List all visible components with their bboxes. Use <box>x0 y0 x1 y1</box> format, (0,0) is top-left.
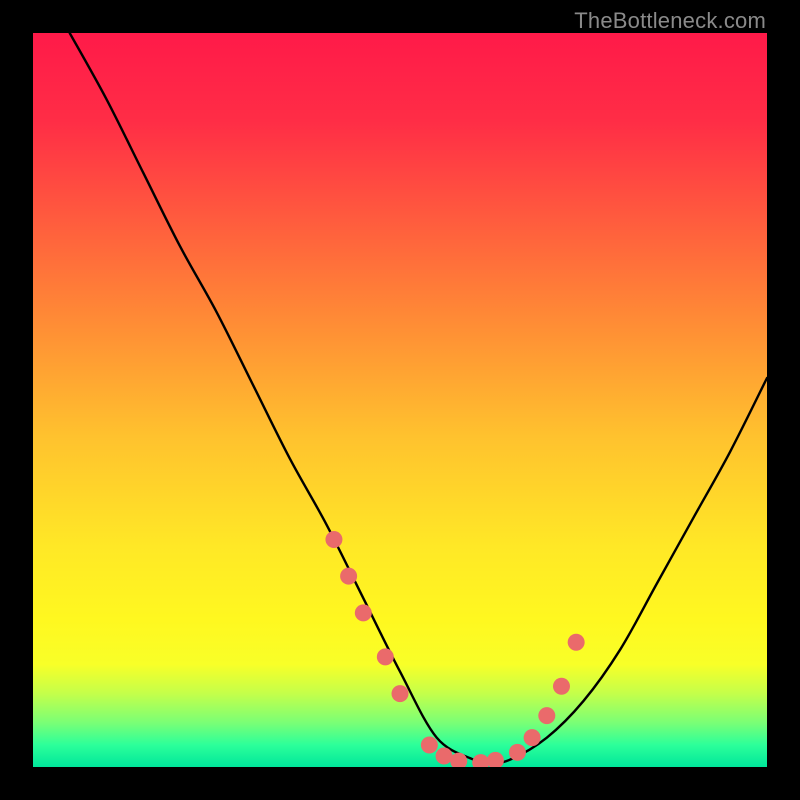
data-point <box>355 604 372 621</box>
gradient-plot-area <box>33 33 767 767</box>
data-point <box>568 634 585 651</box>
watermark: TheBottleneck.com <box>574 8 766 34</box>
data-point <box>487 752 504 767</box>
data-point <box>509 744 526 761</box>
data-points <box>33 33 767 767</box>
data-point <box>524 729 541 746</box>
data-point <box>392 685 409 702</box>
data-point <box>421 736 438 753</box>
data-point <box>377 648 394 665</box>
data-point <box>553 678 570 695</box>
data-point <box>340 568 357 585</box>
data-point <box>538 707 555 724</box>
data-point <box>472 754 489 767</box>
data-point <box>325 531 342 548</box>
data-point <box>436 747 453 764</box>
data-point <box>450 753 467 767</box>
